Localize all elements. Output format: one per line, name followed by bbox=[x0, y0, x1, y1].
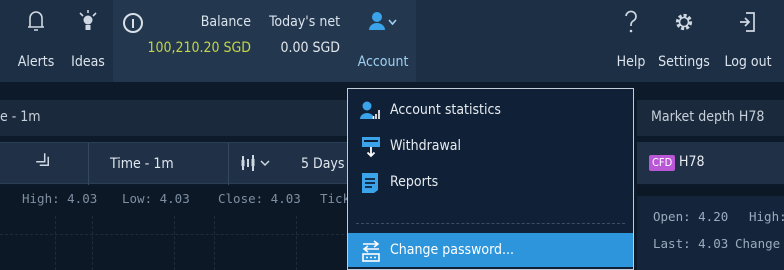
reports-icon bbox=[360, 172, 382, 194]
alerts-label: Alerts bbox=[17, 54, 55, 70]
withdrawal-icon bbox=[360, 136, 382, 158]
account-stats-icon bbox=[360, 100, 382, 122]
depth-open: Open: 4.20 bbox=[653, 209, 729, 224]
menu-item-label: Reports bbox=[390, 174, 439, 190]
chart-area[interactable]: High: 4.03 Low: 4.03 Close: 4.03 Ticks bbox=[0, 186, 358, 270]
todays-net-value: 0.00 SGD bbox=[280, 40, 341, 56]
depth-high: High: bbox=[749, 209, 784, 224]
cfd-badge: CFD bbox=[649, 155, 676, 171]
range-selector[interactable]: 5 Days bbox=[301, 156, 344, 172]
ohlc-close: Close: 4.03 bbox=[218, 191, 301, 206]
logout-icon bbox=[738, 10, 758, 38]
depth-last: Last: 4.03 bbox=[653, 236, 729, 251]
grid-line bbox=[92, 216, 93, 270]
grid-line bbox=[214, 216, 215, 270]
depth-stats: Open: 4.20 High: Last: 4.03 Change bbox=[637, 196, 784, 270]
question-icon bbox=[623, 10, 639, 38]
ideas-label: Ideas bbox=[71, 54, 105, 70]
market-depth-header[interactable]: Market depth H78 bbox=[637, 100, 784, 136]
market-depth-area: Open: 4.20 High: Last: 4.03 Change bbox=[637, 186, 784, 270]
chevron-down-icon bbox=[388, 19, 397, 26]
gear-icon bbox=[673, 10, 695, 38]
top-toolbar: Alerts Ideas Balance 100,210.20 SGD Toda… bbox=[0, 0, 784, 82]
account-summary[interactable]: Balance 100,210.20 SGD Today's net 0.00 … bbox=[113, 0, 350, 82]
menu-item-account-statistics[interactable]: Account statistics bbox=[348, 93, 633, 129]
balance-label: Balance bbox=[200, 14, 251, 30]
ideas-button[interactable]: Ideas bbox=[64, 0, 112, 82]
collapse-icon[interactable] bbox=[36, 153, 52, 173]
toolbar-divider bbox=[88, 143, 89, 185]
market-depth-tab[interactable]: CFD H78 bbox=[637, 142, 784, 184]
settings-label: Settings bbox=[658, 54, 710, 70]
account-label: Account bbox=[357, 54, 409, 70]
ohlc-readout: High: 4.03 Low: 4.03 Close: 4.03 Ticks bbox=[0, 186, 358, 212]
ohlc-high: High: 4.03 bbox=[22, 191, 98, 206]
ohlc-low: Low: 4.03 bbox=[122, 191, 190, 206]
timeframe-selector[interactable]: Time - 1m bbox=[110, 156, 174, 172]
info-icon[interactable] bbox=[123, 13, 143, 33]
menu-item-withdrawal[interactable]: Withdrawal bbox=[348, 129, 633, 165]
chart-title: e - 1m bbox=[0, 109, 41, 125]
grid-line bbox=[0, 234, 354, 235]
account-dropdown-menu: Account statistics Withdrawal Reports Ch… bbox=[347, 88, 634, 270]
logout-label: Log out bbox=[724, 54, 772, 70]
bell-icon bbox=[27, 10, 45, 38]
alerts-button[interactable]: Alerts bbox=[10, 0, 62, 82]
chart-toolbar: Time - 1m 5 Days bbox=[0, 142, 354, 185]
help-button[interactable]: Help bbox=[612, 0, 650, 82]
menu-item-reports[interactable]: Reports bbox=[348, 165, 633, 201]
account-menu-button[interactable]: Account bbox=[350, 0, 416, 82]
grid-line bbox=[174, 216, 175, 270]
help-label: Help bbox=[616, 54, 646, 70]
depth-symbol: H78 bbox=[679, 154, 705, 170]
menu-item-change-password[interactable]: Change password... bbox=[348, 233, 633, 267]
settings-button[interactable]: Settings bbox=[652, 0, 716, 82]
lightbulb-icon bbox=[77, 10, 99, 38]
chart-panel-header[interactable]: e - 1m bbox=[0, 100, 354, 136]
toolbar-divider bbox=[228, 143, 229, 185]
menu-item-label: Withdrawal bbox=[390, 138, 461, 154]
grid-line bbox=[296, 216, 297, 270]
market-depth-title: Market depth H78 bbox=[651, 109, 765, 125]
balance-value: 100,210.20 SGD bbox=[147, 40, 251, 56]
menu-item-label: Account statistics bbox=[390, 102, 501, 118]
menu-item-label: Change password... bbox=[390, 242, 515, 258]
menu-divider bbox=[356, 223, 625, 224]
logout-button[interactable]: Log out bbox=[718, 0, 778, 82]
indicators-icon[interactable] bbox=[240, 154, 274, 176]
change-password-icon bbox=[360, 240, 382, 262]
todays-net-label: Today's net bbox=[269, 14, 340, 30]
depth-change: Change bbox=[735, 236, 781, 251]
user-icon bbox=[368, 10, 398, 38]
grid-line bbox=[55, 216, 56, 270]
